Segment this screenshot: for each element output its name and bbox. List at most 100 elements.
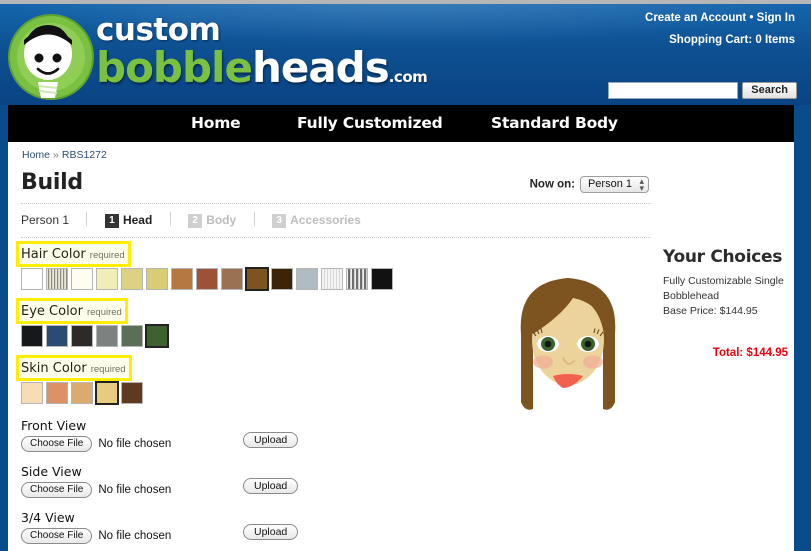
side-view-choose-file-button[interactable]: Choose File — [21, 482, 93, 498]
three-quarter-view-upload-button[interactable]: Upload — [243, 524, 299, 540]
search-input[interactable] — [608, 82, 739, 99]
hair-swatch-white[interactable] — [21, 268, 43, 290]
site-header: custom bobbleheads.com Create an Account… — [0, 4, 811, 105]
divider-steps — [21, 237, 651, 238]
create-account-link[interactable]: Create an Account — [645, 12, 746, 24]
nav-item-fully-customized[interactable]: Fully Customized — [297, 105, 443, 142]
logo-bobble-text: bobble — [96, 43, 253, 92]
skin-color-label-wrap: Skin Color required — [16, 355, 132, 381]
search-button[interactable]: Search — [742, 82, 797, 99]
build-steps: Person 1 1 Head 2 Body 3 Accessories — [21, 210, 361, 232]
hair-color-label-wrap: Hair Color required — [16, 241, 131, 267]
now-on-control: Now on: Person 1 ▴ ▾ — [530, 176, 649, 193]
eye-swatch-dark-brown[interactable] — [71, 325, 93, 347]
your-choices-line2: Bobblehead — [663, 290, 720, 302]
page-content: Home» RBS1272 Build Now on: Person 1 ▴ ▾ Per… — [8, 142, 794, 551]
your-choices-base-price: Base Price: $144.95 — [663, 305, 758, 317]
site-logo[interactable]: custom bobbleheads.com — [4, 8, 428, 104]
step-body-number: 2 — [188, 214, 203, 228]
logo-dotcom-text: .com — [388, 68, 428, 86]
eye-swatch-green[interactable] — [145, 324, 169, 348]
bobblehead-logo-icon — [8, 14, 94, 100]
upload-three-quarter-view: 3/4 View Choose File No file chosen Uplo… — [21, 510, 321, 544]
hair-swatch-grey-speckled[interactable] — [46, 268, 68, 290]
step-head-label: Head — [122, 213, 153, 227]
browser-viewport: custom bobbleheads.com Create an Account… — [0, 0, 811, 551]
eye-color-label-wrap: Eye Color required — [16, 298, 128, 324]
skin-swatch-dark[interactable] — [121, 382, 143, 404]
hair-swatch-dark-brown[interactable] — [271, 268, 293, 290]
eye-color-swatches — [21, 324, 169, 348]
your-choices-description: Fully Customizable Single Bobblehead Bas… — [663, 274, 788, 319]
hair-color-swatches — [21, 267, 393, 291]
eye-swatch-blue[interactable] — [46, 325, 68, 347]
hair-color-required: required — [89, 250, 125, 261]
skin-swatch-tan[interactable] — [95, 381, 119, 405]
hair-color-label: Hair Color — [21, 247, 86, 262]
hair-swatch-brown[interactable] — [245, 267, 269, 291]
option-group-hair-color: Hair Color required — [16, 241, 393, 291]
skin-swatch-peach[interactable] — [46, 382, 68, 404]
hair-swatch-blonde[interactable] — [121, 268, 143, 290]
hair-swatch-ivory[interactable] — [71, 268, 93, 290]
side-view-upload-button[interactable]: Upload — [243, 478, 299, 494]
step-body[interactable]: 2 Body — [188, 210, 236, 230]
step-divider — [169, 212, 171, 226]
option-group-skin-color: Skin Color required — [16, 355, 143, 405]
hair-swatch-auburn[interactable] — [196, 268, 218, 290]
skin-color-label: Skin Color — [21, 361, 87, 376]
three-quarter-view-choose-file-button[interactable]: Choose File — [21, 528, 93, 544]
skin-color-required: required — [90, 364, 126, 375]
now-on-label: Now on: — [529, 178, 575, 191]
step-accessories-number: 3 — [272, 214, 287, 228]
skin-swatch-fair[interactable] — [21, 382, 43, 404]
chevron-updown-icon: ▴ ▾ — [639, 176, 644, 193]
eye-swatch-black[interactable] — [21, 325, 43, 347]
search-form: Search — [608, 82, 797, 100]
eye-swatch-grey[interactable] — [96, 325, 118, 347]
breadcrumb: Home» RBS1272 — [22, 149, 107, 161]
breadcrumb-separator: » — [53, 149, 59, 161]
step-body-label: Body — [206, 213, 237, 227]
option-group-eye-color: Eye Color required — [16, 298, 169, 348]
divider-top — [21, 203, 651, 204]
upload-front-view-title: Front View — [21, 418, 87, 433]
hair-swatch-light-grey[interactable] — [321, 268, 343, 290]
your-choices-title: Your Choices — [663, 247, 783, 267]
your-choices-line1: Fully Customizable Single — [663, 275, 784, 287]
link-separator: • — [749, 12, 754, 24]
hair-swatch-pale-blonde[interactable] — [96, 268, 118, 290]
eye-color-required: required — [86, 307, 122, 318]
skin-color-swatches — [21, 381, 143, 405]
nav-item-home[interactable]: Home — [191, 105, 241, 142]
step-person-label: Person 1 — [21, 213, 70, 227]
hair-swatch-salt-pepper[interactable] — [346, 268, 368, 290]
logo-heads-text: heads — [251, 43, 390, 92]
upload-side-view: Side View Choose File No file chosen Upl… — [21, 464, 321, 498]
step-head[interactable]: 1 Head — [104, 210, 153, 230]
front-view-upload-button[interactable]: Upload — [243, 432, 299, 448]
sign-in-link[interactable]: Sign In — [757, 12, 795, 24]
front-view-choose-file-button[interactable]: Choose File — [21, 436, 93, 452]
your-choices-total: Total: $144.95 — [712, 347, 788, 359]
your-choices-panel: Your Choices Fully Customizable Single B… — [663, 247, 788, 359]
step-head-number: 1 — [104, 214, 119, 228]
step-accessories[interactable]: 3 Accessories — [272, 210, 361, 230]
person-select[interactable]: Person 1 ▴ ▾ — [579, 176, 649, 193]
hair-swatch-medium-brown[interactable] — [221, 268, 243, 290]
upload-front-view: Front View Choose File No file chosen Up… — [21, 418, 321, 452]
breadcrumb-home[interactable]: Home — [22, 149, 50, 161]
hair-swatch-light-brown[interactable] — [171, 268, 193, 290]
nav-item-standard-body[interactable]: Standard Body — [491, 105, 618, 142]
side-view-file-status: No file chosen — [98, 484, 172, 496]
shopping-cart-status[interactable]: Shopping Cart: 0 Items — [669, 34, 795, 46]
eye-swatch-hazel[interactable] — [121, 325, 143, 347]
hair-swatch-dark-blonde[interactable] — [146, 268, 168, 290]
hair-swatch-grey[interactable] — [296, 268, 318, 290]
hair-swatch-black[interactable] — [371, 268, 393, 290]
logo-custom-text: custom — [96, 12, 221, 48]
step-accessories-label: Accessories — [290, 213, 361, 227]
upload-side-view-title: Side View — [21, 464, 82, 479]
skin-swatch-medium[interactable] — [71, 382, 93, 404]
logo-wordmark: custom bobbleheads.com — [96, 12, 428, 100]
